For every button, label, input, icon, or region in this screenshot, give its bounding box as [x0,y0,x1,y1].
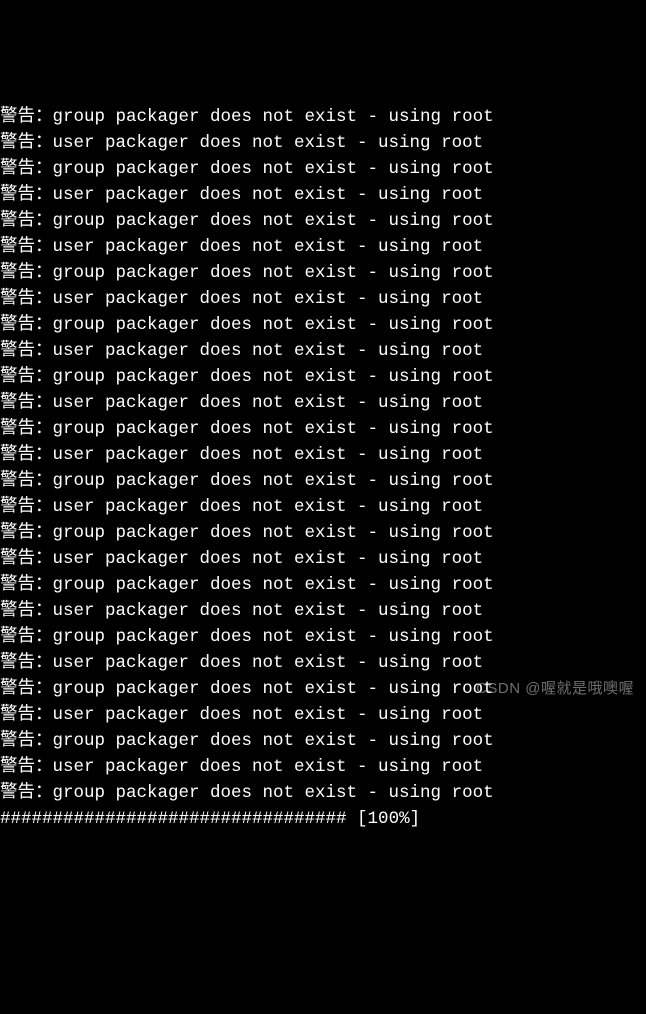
terminal-line: 警告：group packager does not exist - using… [0,208,646,234]
terminal-line: 警告：user packager does not exist - using … [0,650,646,676]
terminal-output: 警告：group packager does not exist - using… [0,104,646,832]
terminal-line: 警告：group packager does not exist - using… [0,416,646,442]
terminal-line: 警告：user packager does not exist - using … [0,286,646,312]
terminal-line: 警告：user packager does not exist - using … [0,442,646,468]
terminal-line: 警告：user packager does not exist - using … [0,494,646,520]
terminal-line: 警告：group packager does not exist - using… [0,624,646,650]
terminal-line: 警告：user packager does not exist - using … [0,754,646,780]
terminal-line: 警告：user packager does not exist - using … [0,338,646,364]
terminal-line: 警告：group packager does not exist - using… [0,104,646,130]
terminal-line: 警告：user packager does not exist - using … [0,546,646,572]
terminal-line: 警告：group packager does not exist - using… [0,260,646,286]
terminal-line: 警告：user packager does not exist - using … [0,234,646,260]
terminal-line: 警告：group packager does not exist - using… [0,572,646,598]
terminal-line: 警告：group packager does not exist - using… [0,156,646,182]
terminal-line: 警告：group packager does not exist - using… [0,780,646,806]
terminal-line: 警告：user packager does not exist - using … [0,182,646,208]
terminal-line: 警告：group packager does not exist - using… [0,312,646,338]
terminal-line: 警告：user packager does not exist - using … [0,130,646,156]
terminal-line: 警告：group packager does not exist - using… [0,364,646,390]
terminal-line: 警告：user packager does not exist - using … [0,390,646,416]
terminal-line: 警告：group packager does not exist - using… [0,468,646,494]
terminal-line: 警告：user packager does not exist - using … [0,702,646,728]
terminal-line: 警告：group packager does not exist - using… [0,728,646,754]
progress-line: ################################# [100%] [0,806,646,832]
terminal-line: 警告：user packager does not exist - using … [0,598,646,624]
terminal-line: 警告：group packager does not exist - using… [0,676,646,702]
terminal-line: 警告：group packager does not exist - using… [0,520,646,546]
